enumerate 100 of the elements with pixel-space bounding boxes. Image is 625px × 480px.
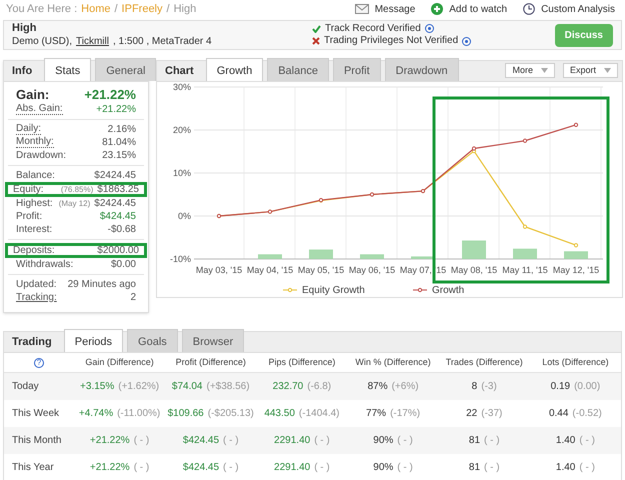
cell-value: $74.04 [172,380,202,394]
cell-difference: (-3) [481,380,497,394]
cell-difference: (-11.00%) [117,407,160,421]
breadcrumb-label: You Are Here : [6,2,78,17]
tab[interactable]: General [95,58,156,81]
cell-value: +4.74% [78,407,114,421]
cell-value: +21.22% [90,434,130,448]
cell-difference: ( - ) [484,434,500,448]
panel-title: Trading [12,334,52,350]
cell-difference: (+$38.56) [206,380,250,394]
volume-bar [513,248,537,259]
stat-value: $2000.00 [97,246,139,256]
stat-label: Balance: [16,170,55,180]
stat-value: 2 [130,292,136,302]
point [574,243,578,248]
help-button[interactable]: ? [34,358,44,368]
plus-icon [431,3,444,15]
cell-value: 22 [466,407,478,421]
tab[interactable]: Drawdown [384,58,459,81]
volume-bar [309,250,333,259]
stat-value: 2.16% [108,124,136,134]
tab[interactable]: Goals [127,328,178,352]
point [472,146,476,151]
envelope-icon [354,4,369,14]
stat-label: Highest: [16,198,53,208]
cell-difference: (+6%) [392,380,419,394]
cell-value: 2291.40 [274,461,310,475]
stat-value: -$0.68 [108,224,136,234]
cell-value: 2291.40 [274,434,310,448]
stat-label: Tracking: [16,292,57,302]
stat-value: $0.00 [110,260,136,270]
volume-bar [411,256,435,259]
column-header: Profit (Difference) [174,356,247,369]
tab[interactable]: Balance [267,58,329,81]
axis-label: May 08, '15 [450,265,498,275]
cell-value: +3.15% [80,380,114,394]
help-icon[interactable] [424,24,434,34]
tab[interactable]: Stats [44,58,92,81]
cell-difference: ( - ) [484,461,500,475]
column-header: Win % (Difference) [354,356,432,369]
stat-value: 23.15% [102,150,136,160]
stat-label: Updated: [16,280,57,290]
help-icon[interactable] [462,36,472,46]
axis-label: May 05, '15 [298,265,344,275]
cell-difference: ( - ) [579,461,595,475]
axis-label: 20% [172,125,191,135]
cell-difference: ( - ) [397,434,413,448]
cell-value: 90% [373,434,394,448]
legend-label: Growth [432,285,464,296]
volume-bar [258,254,282,259]
cell-difference: ( - ) [223,434,239,448]
stat-value: 29 Minutes ago [68,280,136,290]
cell-difference: ( - ) [223,461,239,475]
tab[interactable]: Profit [332,58,381,81]
dropdown-button[interactable]: Export [562,63,618,78]
action-link[interactable]: Message [354,2,416,16]
stat-value: +21.22% [84,88,136,100]
point [522,138,528,143]
period-label: This Week [11,407,60,421]
breadcrumb-separator: / [166,2,170,17]
cell-difference: ( - ) [579,434,595,448]
caret-icon [540,68,548,73]
stat-note: (May 12) [58,198,90,210]
cell-value: 232.70 [272,380,304,394]
cell-value: 0.44 [548,407,568,421]
column-header: Gain (Difference) [84,356,155,369]
tab[interactable]: Growth [206,58,264,81]
breadcrumb-current: High [174,2,196,17]
axis-label: May 03, '15 [196,265,242,275]
broker-link[interactable]: Tickmill [76,36,109,48]
verification-label: Trading Privileges Not Verified [324,35,458,48]
cell-value: 1.40 [556,434,576,448]
breadcrumb-separator: / [114,2,118,17]
tab[interactable]: Browser [182,328,244,352]
cell-difference: ( - ) [134,434,150,448]
stat-label: Gain: [16,88,50,100]
axis-label: 30% [172,82,191,92]
stat-value: $2424.45 [94,170,136,180]
stat-value: $1863.25 [97,184,139,194]
stat-label: Daily: [16,124,42,135]
stat-label: Abs. Gain: [16,104,63,115]
cell-difference: ( - ) [314,461,330,475]
action-link[interactable]: Custom Analysis [523,2,615,16]
stat-label: Equity: [13,184,44,194]
cell-difference: ( - ) [397,461,413,475]
stat-label: Deposits: [13,246,55,256]
volume-bar [462,240,486,259]
cell-value: 81 [468,434,480,448]
volume-bar [360,254,384,259]
verification-label: Track Record Verified [325,22,421,35]
cell-value: $424.45 [182,434,220,448]
dropdown-button[interactable]: More [505,63,555,78]
tab[interactable]: Periods [64,328,124,352]
stat-note: (76.85%) [60,184,94,196]
volume-bar [564,251,588,259]
axis-label: 0% [178,211,191,221]
cell-value: 81 [468,461,480,475]
action-link[interactable]: Add to watch [431,2,508,16]
axis-label: -10% [170,254,191,264]
column-header: Trades (Difference) [444,356,524,369]
